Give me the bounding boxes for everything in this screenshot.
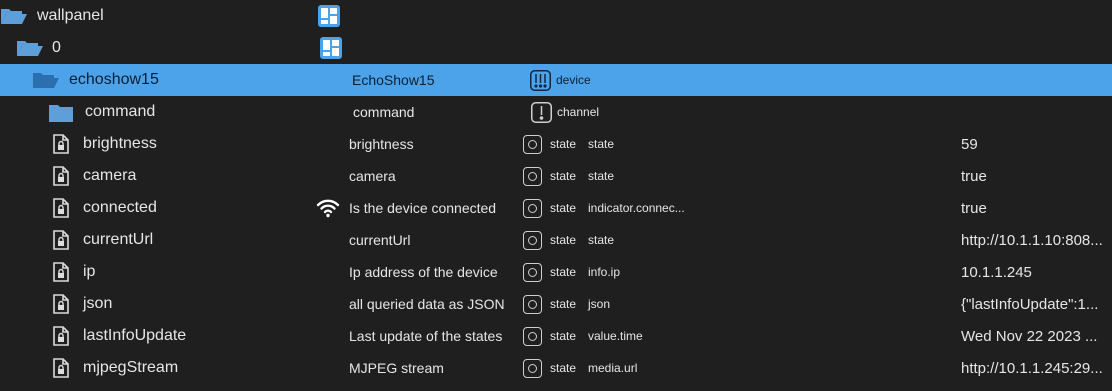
tree-row-brightness[interactable]: brightness brightness state state 59 [0, 128, 1112, 160]
state-file-lock-icon [53, 128, 69, 160]
object-name: Ip address of the device [349, 264, 498, 280]
object-id: json [83, 295, 113, 312]
state-file-lock-icon [53, 160, 69, 192]
tree-row-json[interactable]: json all queried data as JSON state json… [0, 288, 1112, 320]
tree-row-ip[interactable]: ip Ip address of the device state info.i… [0, 256, 1112, 288]
object-name: Is the device connected [349, 200, 497, 216]
object-name: brightness [349, 136, 414, 152]
state-role-icon [523, 128, 542, 160]
object-role: state [550, 361, 577, 375]
folder-open-icon[interactable] [16, 32, 44, 64]
object-role: state [550, 201, 577, 215]
state-role-icon [523, 288, 542, 320]
layout-icon [318, 0, 340, 32]
object-value[interactable]: true [961, 192, 987, 224]
state-role-icon [523, 224, 542, 256]
object-type: media.url [588, 361, 638, 375]
state-file-lock-icon [53, 352, 69, 384]
tree-row-wallpanel[interactable]: wallpanel [0, 0, 1112, 32]
object-name: camera [349, 168, 396, 184]
state-file-lock-icon [53, 256, 69, 288]
object-role: state [550, 329, 577, 343]
object-id: echoshow15 [69, 71, 159, 88]
object-name: all queried data as JSON [349, 296, 505, 312]
object-role: state [550, 169, 577, 183]
object-value[interactable]: http://10.1.1.10:808... [961, 224, 1103, 256]
object-role: state [550, 297, 577, 311]
object-name: command [353, 104, 415, 120]
state-file-lock-icon [53, 320, 69, 352]
object-tree: wallpanel 0 echoshow15 EchoShow15 device… [0, 0, 1112, 384]
object-name: EchoShow15 [352, 72, 435, 88]
object-value[interactable]: http://10.1.1.245:29... [961, 352, 1103, 384]
object-type: state [588, 169, 615, 183]
object-type: info.ip [588, 265, 621, 279]
object-type: json [588, 297, 611, 311]
object-type: state [588, 233, 615, 247]
state-file-lock-icon [53, 288, 69, 320]
object-id: lastInfoUpdate [83, 327, 187, 344]
object-id: wallpanel [37, 7, 104, 24]
layout-icon [320, 32, 342, 64]
object-id: currentUrl [83, 231, 154, 248]
object-id: ip [83, 263, 96, 280]
state-role-icon [523, 256, 542, 288]
folder-open-icon[interactable] [32, 64, 60, 96]
tree-row-camera[interactable]: camera camera state state true [0, 160, 1112, 192]
object-role: state [550, 137, 577, 151]
state-role-icon [523, 320, 542, 352]
object-name: MJPEG stream [349, 360, 444, 376]
device-icon [530, 64, 551, 96]
object-type: state [588, 137, 615, 151]
object-value[interactable]: 59 [961, 128, 978, 160]
object-id: brightness [83, 135, 157, 152]
object-role: state [550, 265, 577, 279]
object-id: command [85, 103, 156, 120]
folder-icon[interactable] [49, 96, 73, 128]
object-value[interactable]: {"lastInfoUpdate":1... [961, 288, 1098, 320]
object-type: indicator.connec... [588, 201, 685, 215]
object-name: currentUrl [349, 232, 411, 248]
object-value[interactable]: 10.1.1.245 [961, 256, 1032, 288]
tree-row-mjpegstream[interactable]: mjpegStream MJPEG stream state media.url… [0, 352, 1112, 384]
object-id: connected [83, 199, 157, 216]
object-role: state [550, 233, 577, 247]
object-id: 0 [52, 39, 61, 56]
tree-row-0[interactable]: 0 [0, 32, 1112, 64]
object-role: device [556, 73, 591, 87]
object-value[interactable]: Wed Nov 22 2023 ... [961, 320, 1097, 352]
channel-icon [531, 96, 552, 128]
state-role-icon [523, 160, 542, 192]
object-id: mjpegStream [83, 359, 179, 376]
tree-row-connected[interactable]: connected Is the device connected state … [0, 192, 1112, 224]
state-file-lock-icon [53, 224, 69, 256]
object-name: Last update of the states [349, 328, 503, 344]
tree-row-command[interactable]: command command channel [0, 96, 1112, 128]
tree-row-lastinfoupdate[interactable]: lastInfoUpdate Last update of the states… [0, 320, 1112, 352]
object-type: value.time [588, 329, 643, 343]
object-value[interactable]: true [961, 160, 987, 192]
state-file-lock-icon [53, 192, 69, 224]
wifi-icon [316, 192, 340, 224]
object-id: camera [83, 167, 137, 184]
folder-open-icon[interactable] [0, 0, 28, 32]
tree-row-currenturl[interactable]: currentUrl currentUrl state state http:/… [0, 224, 1112, 256]
state-role-icon [523, 192, 542, 224]
tree-row-echoshow15[interactable]: echoshow15 EchoShow15 device [0, 64, 1112, 96]
object-role: channel [557, 105, 600, 119]
state-role-icon [523, 352, 542, 384]
